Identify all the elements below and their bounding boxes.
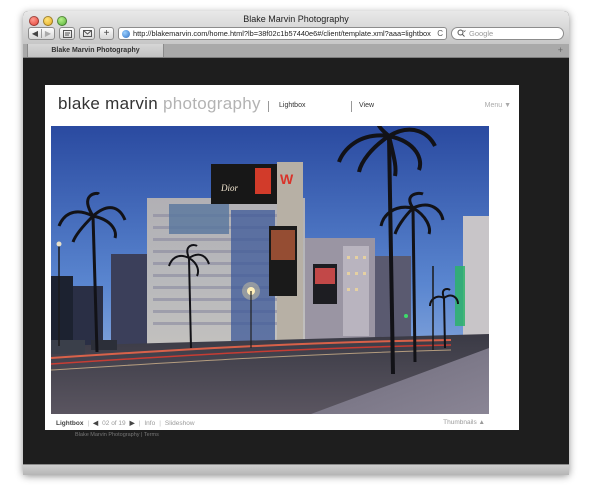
window-title: Blake Marvin Photography <box>243 14 349 24</box>
gallery-page: blake marvin photography Lightbox View M… <box>45 85 519 430</box>
back-forward-buttons: ◀ ▶ <box>28 27 55 40</box>
slideshow-link[interactable]: Slideshow <box>165 420 195 427</box>
viewer-controls: Lightbox | ◀ 02 of 19 ▶ | Info | Slidesh… <box>51 419 489 429</box>
back-button[interactable]: ◀ <box>29 29 41 38</box>
reload-button[interactable]: C <box>437 29 443 38</box>
logo-subtitle: photography <box>163 94 261 113</box>
viewer-lightbox-label[interactable]: Lightbox <box>56 420 83 427</box>
viewer-separator: | <box>159 419 161 427</box>
nav-menu[interactable]: Menu ▼ <box>485 102 511 109</box>
nav-lightbox[interactable]: Lightbox <box>279 102 305 109</box>
nav-view[interactable]: View <box>359 102 374 109</box>
title-bar: Blake Marvin Photography ◀ ▶ + http://bl… <box>23 11 569 58</box>
hollywood-street-photo: Dior W <box>51 126 489 414</box>
site-footer[interactable]: Blake Marvin Photography | Terms <box>75 432 159 438</box>
viewer-controls-left: Lightbox | ◀ 02 of 19 ▶ | Info | Slidesh… <box>56 419 195 428</box>
tab-blake-marvin[interactable]: Blake Marvin Photography <box>27 44 164 57</box>
nav-divider <box>351 101 352 112</box>
add-bookmark-button[interactable]: + <box>99 27 114 40</box>
viewer-separator: | <box>87 419 90 427</box>
status-bar <box>23 464 569 475</box>
previous-image-icon[interactable]: ◀ <box>93 419 98 427</box>
w-hotel-sign: W <box>280 171 294 187</box>
forward-button[interactable]: ▶ <box>41 29 54 38</box>
svg-text:Dior: Dior <box>220 183 239 193</box>
next-image-icon[interactable]: ▶ <box>130 419 135 427</box>
thumbnails-toggle[interactable]: Thumbnails ▲ <box>443 419 485 426</box>
snapback-button[interactable] <box>59 27 75 40</box>
info-link[interactable]: Info <box>144 420 155 427</box>
search-field[interactable]: Google <box>451 27 564 40</box>
search-placeholder: Google <box>469 29 494 38</box>
envelope-icon <box>82 30 92 37</box>
search-icon <box>457 29 466 39</box>
mail-button[interactable] <box>79 27 95 40</box>
image-counter: 02 of 19 <box>102 419 126 427</box>
site-logo[interactable]: blake marvin photography <box>58 94 261 114</box>
address-bar[interactable]: http://blakemarvin.com/home.html?lb=38f0… <box>118 27 447 40</box>
globe-icon <box>122 29 130 38</box>
url-text[interactable]: http://blakemarvin.com/home.html?lb=38f0… <box>133 29 437 38</box>
snapback-icon <box>62 29 72 38</box>
main-photo[interactable]: Dior W <box>51 126 489 414</box>
tab-bar: Blake Marvin Photography + <box>23 44 569 57</box>
nav-divider <box>268 101 269 112</box>
logo-name: blake marvin <box>58 94 158 113</box>
new-tab-button[interactable]: + <box>558 45 563 55</box>
viewer-separator: | <box>138 419 141 427</box>
